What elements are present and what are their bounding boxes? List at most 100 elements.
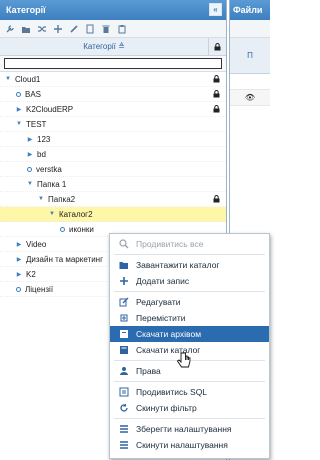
context-menu: Продивитись все Завантажити каталог Додати… (109, 233, 270, 459)
eye-icon[interactable]: 👁 (245, 93, 255, 102)
menu-item[interactable]: Скинути фільтр (110, 400, 269, 416)
tree-row-label: TEST (26, 119, 47, 129)
pencil-icon[interactable] (67, 22, 81, 36)
tree-row-label: Папка2 (48, 194, 76, 204)
folder-icon[interactable] (19, 22, 33, 36)
collapsed-arrow-icon[interactable]: ▶ (15, 241, 23, 248)
lock-icon (213, 195, 220, 203)
edit-icon (118, 296, 130, 308)
tree-row[interactable]: ▼ Cloud1 (0, 72, 226, 87)
collapse-panel-button[interactable]: « (209, 3, 222, 16)
expanded-arrow-icon[interactable]: ▼ (4, 76, 12, 82)
tree-row-label: verstka (36, 164, 62, 174)
move-icon (118, 312, 130, 324)
category-column-header[interactable]: Категорії ≜ (0, 38, 226, 56)
tree-row[interactable]: ▶ 123 (0, 132, 226, 147)
tree-row[interactable]: ▼ Папка 1 (0, 177, 226, 192)
menu-item[interactable]: Зберегти налаштування (110, 421, 269, 437)
collapsed-arrow-icon[interactable]: ▶ (26, 151, 34, 158)
collapsed-arrow-icon[interactable]: ▶ (15, 256, 23, 263)
menu-item-label: Завантажити каталог (136, 260, 220, 270)
menu-item-label: Продивитись SQL (136, 387, 208, 397)
menu-item-label: Додати запис (136, 276, 190, 286)
tree-row-label: BAS (25, 89, 42, 99)
filter-input[interactable] (4, 58, 222, 69)
expanded-arrow-icon[interactable]: ▼ (26, 181, 34, 187)
files-toolbar (230, 20, 270, 38)
menu-item[interactable]: Редагувати (110, 294, 269, 310)
tree-row[interactable]: verstka (0, 162, 226, 177)
collapsed-arrow-icon[interactable]: ▶ (15, 106, 23, 113)
menu-item-label: Скинути налаштування (136, 440, 228, 450)
menu-item[interactable]: Продивитись все (110, 236, 269, 252)
tree-row[interactable]: ▼ Папка2 (0, 192, 226, 207)
document-icon[interactable] (83, 22, 97, 36)
plus-icon (118, 275, 130, 287)
lock-icon (213, 105, 220, 113)
tree-row[interactable]: ▼ Каталог2 (0, 207, 226, 222)
user-icon (118, 365, 130, 377)
sql-icon (118, 386, 130, 398)
menu-item[interactable]: Скачати архівом (110, 326, 269, 342)
refresh-icon (118, 402, 130, 414)
wrench-icon[interactable] (3, 22, 17, 36)
shuffle-icon[interactable] (35, 22, 49, 36)
tree-row-label: bd (37, 149, 46, 159)
menu-item-label: Продивитись все (136, 239, 204, 249)
folder-open-icon (118, 259, 130, 271)
categories-panel-title: Категорії (6, 5, 46, 15)
menu-separator (114, 418, 265, 419)
tree-row[interactable]: BAS (0, 87, 226, 102)
collapsed-arrow-icon[interactable]: ▶ (15, 271, 23, 278)
tree-row[interactable]: ▶ K2CloudERP (0, 102, 226, 117)
leaf-node-icon (16, 286, 21, 292)
tree-row-label: Cloud1 (15, 74, 41, 84)
lock-icon (213, 90, 220, 98)
menu-item[interactable]: Додати запис (110, 273, 269, 289)
expanded-arrow-icon[interactable]: ▼ (15, 121, 23, 127)
tree-row-label: иконки (69, 224, 94, 234)
menu-item[interactable]: Скинути налаштування (110, 437, 269, 453)
expanded-arrow-icon[interactable]: ▼ (37, 196, 45, 202)
sort-icon: ≜ (118, 42, 125, 51)
menu-separator (114, 254, 265, 255)
lock-icon (213, 75, 220, 83)
list-save-icon (118, 423, 130, 435)
tree-row-label: K2CloudERP (26, 104, 74, 114)
menu-item-label: Скачати архівом (136, 329, 202, 339)
files-panel-title: Файли (233, 5, 263, 15)
tree-row-label: 123 (37, 134, 51, 144)
plus-icon[interactable] (51, 22, 65, 36)
menu-item[interactable]: Продивитись SQL (110, 384, 269, 400)
expanded-arrow-icon[interactable]: ▼ (48, 211, 56, 217)
tree-row-label: Дизайн та маркетинг (26, 254, 103, 264)
files-row[interactable]: 👁 (230, 90, 270, 106)
clipboard-icon[interactable] (115, 22, 129, 36)
lock-column-header (208, 38, 226, 55)
collapsed-arrow-icon[interactable]: ▶ (26, 136, 34, 143)
tree-row-label: Ліцензії (25, 284, 54, 294)
category-column-title[interactable]: Категорії ≜ (0, 42, 208, 51)
menu-item-label: Зберегти налаштування (136, 424, 232, 434)
tree-row[interactable]: ▼ TEST (0, 117, 226, 132)
tree-row-label: Каталог2 (59, 209, 93, 219)
search-icon (118, 238, 130, 250)
tree-row[interactable]: ▶ bd (0, 147, 226, 162)
files-panel-header: Файли (230, 0, 270, 20)
list-reset-icon (118, 439, 130, 451)
menu-separator (114, 381, 265, 382)
download-icon (118, 344, 130, 356)
filter-row (0, 56, 226, 72)
archive-icon (118, 328, 130, 340)
files-column-header[interactable]: П (230, 38, 270, 74)
categories-toolbar (0, 20, 226, 38)
menu-separator (114, 291, 265, 292)
menu-item[interactable]: Перемістити (110, 310, 269, 326)
leaf-node-icon (16, 91, 21, 97)
files-filter-row (230, 74, 270, 90)
leaf-node-icon (60, 226, 65, 232)
hand-cursor-icon (176, 352, 191, 368)
tree-row-label: Папка 1 (37, 179, 67, 189)
trash-icon[interactable] (99, 22, 113, 36)
menu-item[interactable]: Завантажити каталог (110, 257, 269, 273)
